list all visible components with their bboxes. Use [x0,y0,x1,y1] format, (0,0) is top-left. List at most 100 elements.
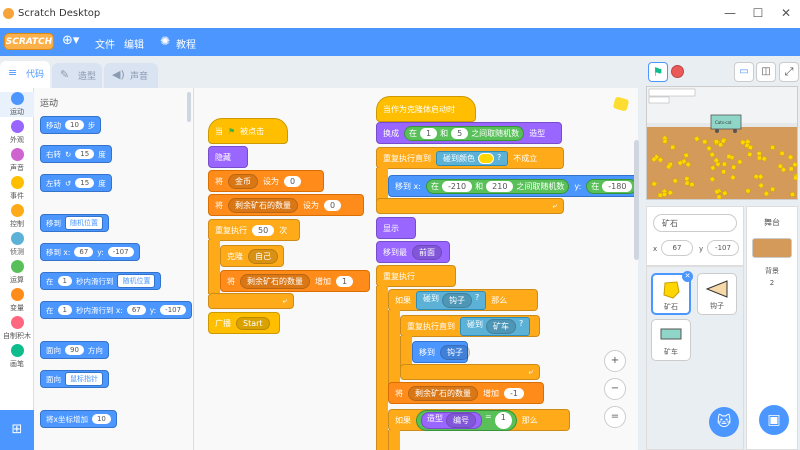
code-icon: ≡ [8,66,18,79]
zoom-reset-button[interactable]: = [604,406,626,428]
sprite-tile-ore[interactable]: 矿石 ✕ [651,271,693,315]
green-flag-button[interactable]: ⚑ [648,62,668,82]
category-dot-icon [10,288,24,301]
ore-clone [779,151,785,156]
palette-turn-left-block[interactable]: 左转 ↺ 15 度 [40,174,112,192]
globe-icon[interactable]: ⊕▾ [62,33,79,48]
category-0[interactable]: 运动 [0,92,34,117]
large-stage-button[interactable]: ◫ [756,62,776,82]
repeat-until-cart-block[interactable]: 重复执行直到 碰到 矿车? [400,315,540,337]
backdrop-thumbnail[interactable] [752,238,792,258]
category-7[interactable]: 变量 [0,288,34,313]
ore-clone [769,186,776,192]
color-swatch [478,152,494,164]
menu-tutorials[interactable]: 教程 [176,36,196,51]
minimize-icon[interactable]: — [722,6,738,20]
category-label: 变量 [10,304,24,312]
script-workspace[interactable]: 当 ⚑ 被点击 隐藏 将金币 设为 0 将剩余矿石的数量 设为 0 重复执行 50 次 克隆 自己… [194,88,638,450]
category-1[interactable]: 外观 [0,120,34,145]
set-ore-count-block[interactable]: 将剩余矿石的数量 设为 0 [208,194,364,216]
delete-sprite-icon[interactable]: ✕ [682,271,693,282]
maximize-icon[interactable]: ☐ [750,6,766,20]
if-costume-wall [388,430,400,450]
ore-clone [731,164,737,170]
palette-goto-block[interactable]: 移到 随机位置 [40,214,109,232]
category-9[interactable]: 画笔 [0,344,34,369]
tutorials-icon[interactable]: ✺ [160,34,170,48]
category-label: 画笔 [10,360,24,368]
palette-turn-right-block[interactable]: 右转 ↻ 15 度 [40,145,112,163]
sprite-tile-hook[interactable]: 钩子 [697,273,737,315]
stage-select-panel[interactable]: 舞台 背景 2 ▣ [746,206,798,450]
category-4[interactable]: 控制 [0,204,34,229]
add-backdrop-button[interactable]: ▣ [759,405,789,435]
sprite-tile-cart[interactable]: 矿车 [651,319,691,361]
zoom-out-button[interactable]: − [604,378,626,400]
palette-goto-xy-block[interactable]: 移到 x: 67 y: -107 [40,243,140,261]
sprite-name-input[interactable]: 矿石 [653,214,737,232]
clone-block[interactable]: 克隆 自己 [220,245,284,267]
repeat-block[interactable]: 重复执行 50 次 [208,219,300,241]
change-ore-count-minus-block[interactable]: 将剩余矿石的数量 增加 -1 [388,382,544,404]
tab-costumes[interactable]: ✎ 造型 [52,63,102,88]
forever-block[interactable]: 重复执行 [376,265,456,287]
repeat-until-color-block[interactable]: 重复执行直到 碰到颜色? 不成立 [376,147,564,169]
ore-clone [684,175,690,182]
repeat-block-wall [208,240,220,294]
app-logo-icon [3,8,14,19]
brush-icon: ✎ [60,68,70,81]
hide-block[interactable]: 隐藏 [208,146,248,168]
palette-change-x-block[interactable]: 将x坐标增加 10 [40,410,117,428]
palette-point-block[interactable]: 面向 90 方向 [40,341,109,359]
fullscreen-icon[interactable]: ⤢ [779,62,799,82]
palette-scrollbar[interactable] [187,92,191,122]
show-block[interactable]: 显示 [376,217,416,239]
add-sprite-button[interactable]: 🐱 [709,407,739,437]
zoom-in-button[interactable]: + [604,350,626,372]
when-flag-clicked-block[interactable]: 当 ⚑ 被点击 [208,118,288,144]
goto-hook-block[interactable]: 移到 钩子 [412,341,470,363]
go-to-front-block[interactable]: 移到最 前面 [376,241,450,263]
palette-glide-xy-block[interactable]: 在 1 秒内滑行到 x: 67 y: -107 [40,301,193,319]
small-stage-button[interactable]: ▭ [734,62,754,82]
category-sidebar: 运动外观声音事件控制侦测运算变量自制积木画笔 [0,88,34,450]
category-5[interactable]: 侦测 [0,232,34,257]
category-label: 侦测 [10,248,24,256]
tab-sounds[interactable]: ◀) 声音 [104,63,158,88]
menu-file[interactable]: 文件 [95,36,115,51]
category-3[interactable]: 事件 [0,176,34,201]
category-2[interactable]: 声音 [0,148,34,173]
palette-glide-block[interactable]: 在 1 秒内滑行到 随机位置 [40,272,162,290]
goto-random-xy-block[interactable]: 移到 x: 在 -210 和 210 之间取随机数 y: 在 -180 [388,175,638,197]
change-ore-count-block[interactable]: 将剩余矿石的数量 增加 1 [220,270,370,292]
set-gold-block[interactable]: 将金币 设为 0 [208,170,324,192]
y-input[interactable]: -107 [707,240,739,256]
y-label: y [699,245,704,253]
ore-clone [689,181,695,188]
stage-panel-title: 舞台 [764,218,780,227]
scratch-logo[interactable]: SCRATCH [4,33,54,50]
stage-canvas[interactable]: Cats-cat [646,86,798,200]
category-dot-icon [10,148,24,161]
backdrops-label: 背景 [765,267,779,275]
category-dot-icon [10,120,24,133]
palette-move-block[interactable]: 移动 10 步 [40,116,102,134]
category-label: 运算 [10,276,24,284]
x-input[interactable]: 67 [661,240,693,256]
category-8[interactable]: 自制积木 [0,316,34,341]
ore-clone [788,166,794,172]
broadcast-block[interactable]: 广播 Start [208,312,280,334]
if-costume-number-block[interactable]: 如果 造型 编号 = 1 那么 [388,409,570,431]
category-6[interactable]: 运算 [0,260,34,285]
palette-point-towards-block[interactable]: 面向 鼠标指针 [40,370,109,388]
add-extension-button[interactable]: ⊞ [0,410,34,450]
when-clone-starts-block[interactable]: 当作为克隆体启动时 [376,96,476,122]
repeat-until-cart-end: ⤶ [400,364,540,380]
workspace-scrollbar[interactable] [634,140,639,260]
switch-costume-block[interactable]: 换成在 1 和 5 之间取随机数 造型 [376,122,562,144]
tab-code[interactable]: ≡ 代码 [0,61,50,88]
menu-edit[interactable]: 编辑 [124,36,144,51]
close-icon[interactable]: ✕ [778,6,794,20]
stop-button[interactable] [671,65,684,78]
if-touching-hook-block[interactable]: 如果 碰到 钩子? 那么 [388,289,538,311]
